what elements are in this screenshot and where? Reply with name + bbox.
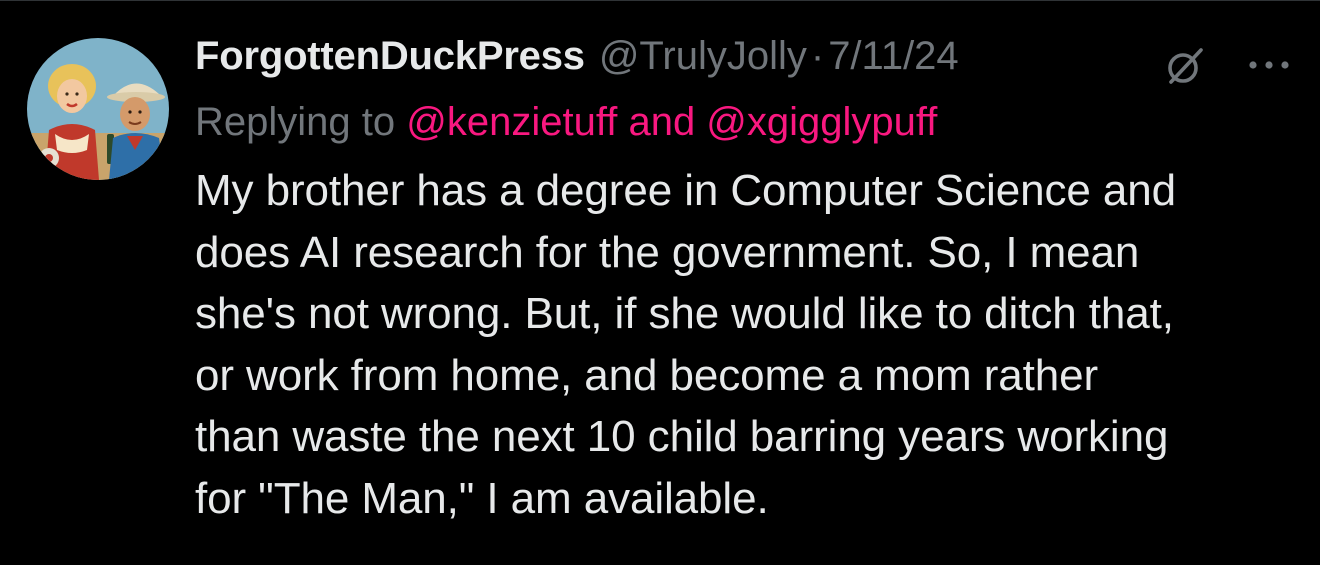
author-display-name[interactable]: ForgottenDuckPress (195, 34, 585, 79)
tweet-text-line: she's not wrong. But, if she would like … (195, 289, 1174, 338)
tweet-text-line: for "The Man," I am available. (195, 473, 769, 523)
tweet-text-line: does AI research for the government. So,… (195, 227, 1140, 277)
more-horizontal-icon[interactable] (1245, 50, 1293, 80)
author-avatar[interactable] (27, 38, 169, 180)
more-dots-icon (1249, 61, 1289, 69)
reply-mentions[interactable]: @kenzietuff and @xgigglypuff (406, 100, 937, 144)
vintage-pinup-avatar-icon (27, 38, 169, 180)
separator-dot: · (810, 34, 825, 78)
tweet-text-line: My brother has a degree in Computer Scie… (195, 166, 1176, 215)
replying-to-label: Replying to (195, 100, 396, 144)
tweet[interactable]: ForgottenDuckPress @TrulyJolly · 7/11/24… (0, 0, 1320, 565)
tweet-text: My brother has a degree in Computer Scie… (195, 160, 1295, 529)
replying-to: Replying to @kenzietuff and @xgigglypuff (195, 96, 1295, 148)
tweet-content: ForgottenDuckPress @TrulyJolly · 7/11/24… (195, 34, 1295, 529)
grok-icon[interactable] (1163, 44, 1207, 88)
tweet-text-line: or work from home, and become a mom rath… (195, 350, 1099, 400)
grok-slash-circle-icon (1168, 48, 1203, 84)
tweet-date[interactable]: 7/11/24 (828, 34, 959, 79)
tweet-header: ForgottenDuckPress @TrulyJolly · 7/11/24 (195, 34, 1295, 92)
tweet-text-line: than waste the next 10 child barring yea… (195, 412, 1169, 461)
author-handle[interactable]: @TrulyJolly (599, 34, 807, 79)
